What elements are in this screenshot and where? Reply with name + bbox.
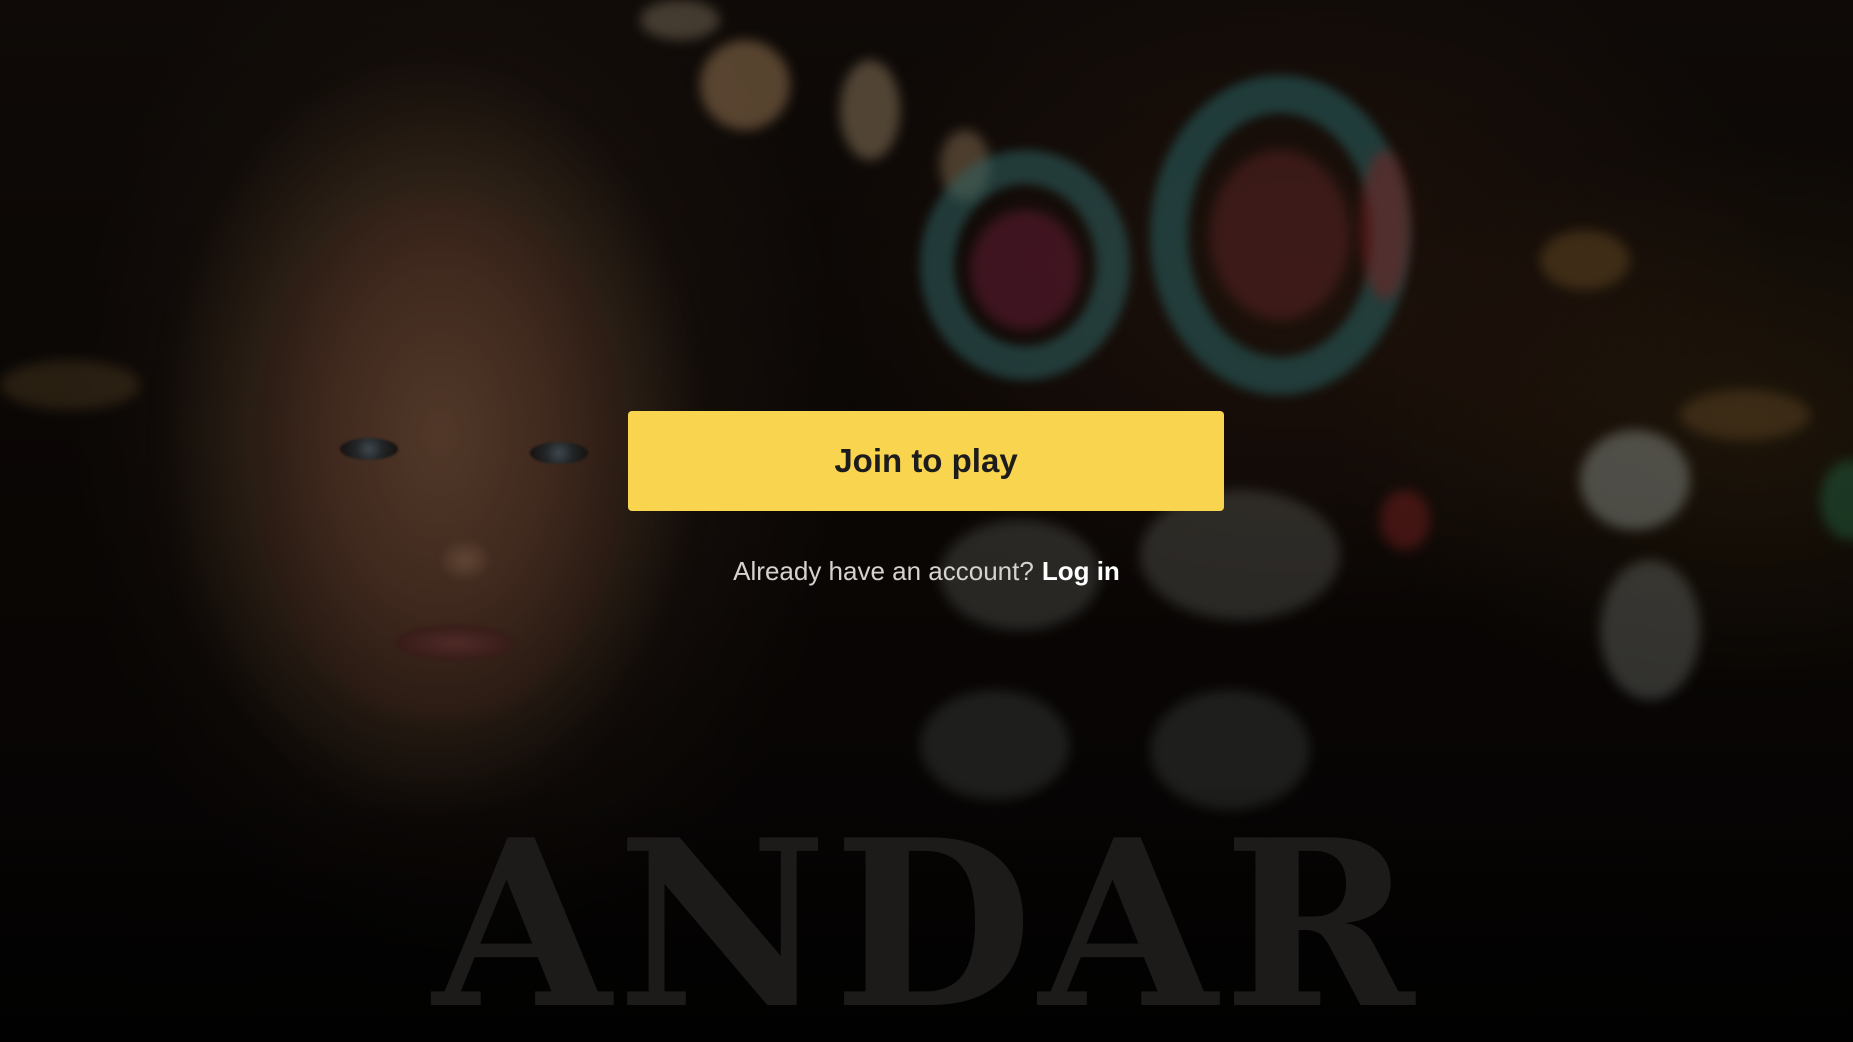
login-prompt-text: Already have an account?	[733, 556, 1034, 586]
login-prompt-row: Already have an account? Log in	[0, 553, 1853, 589]
hero-stage: ANDAR Join to play Already have an accou…	[0, 0, 1853, 1042]
join-to-play-button[interactable]: Join to play	[628, 411, 1224, 511]
login-link[interactable]: Log in	[1042, 556, 1120, 586]
brand-watermark: ANDAR	[432, 790, 1421, 1042]
